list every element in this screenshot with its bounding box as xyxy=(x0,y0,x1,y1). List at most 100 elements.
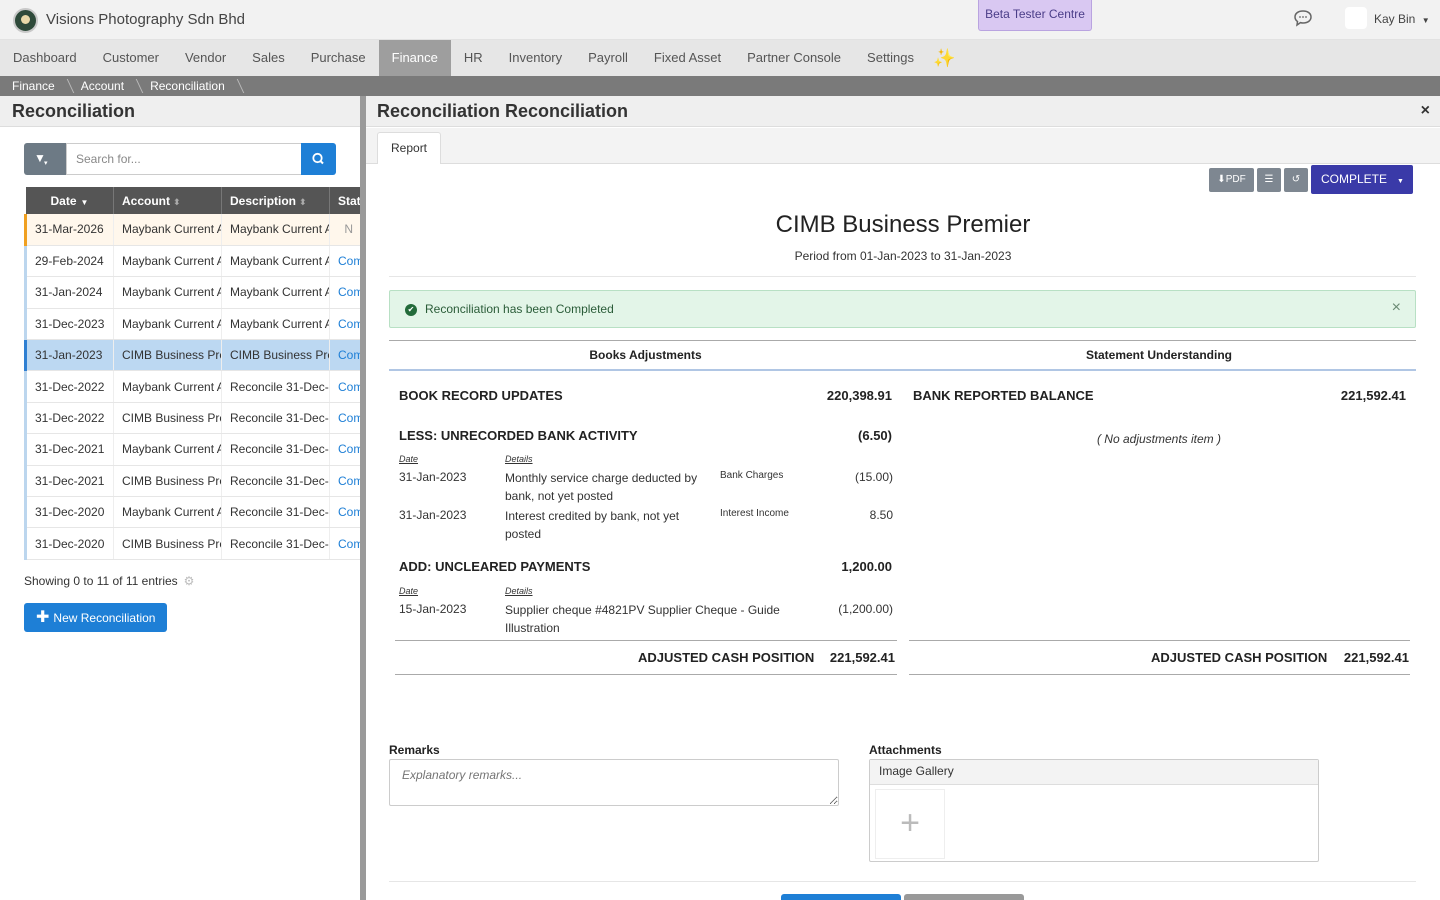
column-description[interactable]: Description ⬍ xyxy=(221,187,330,214)
book-record-value: 220,398.91 xyxy=(826,388,892,403)
row-status: Completed xyxy=(329,465,362,498)
table-row[interactable]: 31-Jan-2024 Maybank Current Account Mayb… xyxy=(24,276,362,309)
sparkle-icon[interactable]: ✨ xyxy=(927,40,961,76)
table-row[interactable]: 31-Mar-2026 Maybank Current Account Mayb… xyxy=(24,214,362,246)
filter-button[interactable]: ▼ ▾ xyxy=(24,143,66,175)
row-date: 31-Dec-2021 xyxy=(24,465,114,498)
row-description: Reconcile 31-Dec-2020 xyxy=(221,496,330,529)
row-account: Maybank Current Account xyxy=(113,245,222,278)
row-account: Maybank Current Account xyxy=(113,308,222,341)
breadcrumb-finance[interactable]: Finance xyxy=(0,76,69,96)
row-account: CIMB Business Premier xyxy=(113,465,222,498)
reconciliation-detail-panel: Reconciliation Reconciliation × Report ⬇… xyxy=(366,96,1440,900)
history-button[interactable]: ↺ xyxy=(1284,168,1308,192)
pagination-info: Showing 0 to 11 of 11 entries ⚙ xyxy=(24,574,195,588)
nav-payroll[interactable]: Payroll xyxy=(575,40,641,76)
table-row[interactable]: 31-Dec-2020 CIMB Business Premier Reconc… xyxy=(24,527,362,560)
add-image-plus-icon[interactable]: + xyxy=(875,789,945,859)
new-reconciliation-button[interactable]: ✚ New Reconciliation xyxy=(24,603,167,632)
row-description: Maybank Current Account xyxy=(221,245,330,278)
row-account: Maybank Current Account xyxy=(113,496,222,529)
table-row[interactable]: 31-Dec-2021 Maybank Current Account Reco… xyxy=(24,433,362,466)
tab-bar: Report xyxy=(366,128,1440,164)
nav-customer[interactable]: Customer xyxy=(90,40,172,76)
user-menu[interactable]: Kay Bin ▼ xyxy=(1374,12,1430,26)
gear-icon[interactable]: ⚙ xyxy=(184,574,195,588)
search-input[interactable] xyxy=(66,143,302,175)
column-date[interactable]: Date ▼ xyxy=(25,187,114,214)
row-status: Completed xyxy=(329,245,362,278)
uncleared-value: 1,200.00 xyxy=(841,559,892,574)
nav-purchase[interactable]: Purchase xyxy=(298,40,379,76)
alert-message: Reconciliation has been Completed xyxy=(425,302,614,316)
filter-icon: ▼ ▾ xyxy=(34,151,48,167)
table-row[interactable]: 31-Dec-2022 CIMB Business Premier Reconc… xyxy=(24,402,362,435)
table-row[interactable]: 31-Dec-2023 Maybank Current Account Mayb… xyxy=(24,308,362,341)
save-button[interactable] xyxy=(781,894,901,900)
check-circle-icon: ✔ xyxy=(405,304,417,316)
remarks-input[interactable] xyxy=(389,759,839,806)
item-amount: (15.00) xyxy=(854,470,893,484)
table-row[interactable]: 31-Dec-2021 CIMB Business Premier Reconc… xyxy=(24,465,362,498)
report-period: Period from 01-Jan-2023 to 31-Jan-2023 xyxy=(794,249,1012,263)
nav-settings[interactable]: Settings xyxy=(854,40,927,76)
row-account: CIMB Business Premier xyxy=(113,527,222,560)
books-adjustments-heading: Books Adjustments xyxy=(589,348,702,362)
nav-partner-console[interactable]: Partner Console xyxy=(734,40,854,76)
main-nav: Dashboard Customer Vendor Sales Purchase… xyxy=(0,40,1440,76)
complete-button[interactable]: COMPLETE ▼ xyxy=(1311,165,1413,194)
list-button[interactable]: ☰ xyxy=(1257,168,1281,192)
row-description: CIMB Business Premier xyxy=(221,339,330,372)
nav-vendor[interactable]: Vendor xyxy=(172,40,239,76)
nav-fixed-asset[interactable]: Fixed Asset xyxy=(641,40,734,76)
book-record-label: BOOK RECORD UPDATES xyxy=(399,388,563,403)
row-account: CIMB Business Premier xyxy=(113,402,222,435)
divider xyxy=(389,340,1416,341)
chevron-down-icon: ▼ xyxy=(1421,16,1430,25)
divider xyxy=(395,674,897,675)
close-icon[interactable]: × xyxy=(1392,299,1401,317)
pdf-button[interactable]: ⬇PDF xyxy=(1209,168,1254,192)
row-status: Completed xyxy=(329,433,362,466)
divider xyxy=(389,369,1416,371)
sort-desc-icon: ▼ xyxy=(80,197,89,207)
nav-finance[interactable]: Finance xyxy=(378,40,451,76)
bank-reported-label: BANK REPORTED BALANCE xyxy=(913,388,1094,403)
column-status[interactable]: Stat xyxy=(329,187,362,214)
uncleared-label: ADD: UNCLEARED PAYMENTS xyxy=(399,559,591,574)
table-row[interactable]: 29-Feb-2024 Maybank Current Account Mayb… xyxy=(24,245,362,278)
nav-sales[interactable]: Sales xyxy=(239,40,298,76)
nav-dashboard[interactable]: Dashboard xyxy=(0,40,90,76)
row-description: Maybank Current Account xyxy=(221,308,330,341)
tab-report[interactable]: Report xyxy=(377,132,442,164)
divider xyxy=(389,276,1416,277)
company-logo[interactable] xyxy=(13,8,38,33)
search-icon xyxy=(312,152,324,165)
row-date: 31-Dec-2022 xyxy=(24,370,114,403)
beta-tester-button[interactable]: Beta Tester Centre xyxy=(978,0,1092,31)
row-date: 31-Jan-2023 xyxy=(24,339,114,372)
company-name[interactable]: Visions Photography Sdn Bhd xyxy=(46,11,245,28)
table-row[interactable]: 31-Dec-2020 Maybank Current Account Reco… xyxy=(24,496,362,529)
nav-hr[interactable]: HR xyxy=(451,40,496,76)
search-button[interactable] xyxy=(301,143,336,175)
chat-icon[interactable] xyxy=(1293,9,1313,27)
attachments-label: Attachments xyxy=(869,743,942,757)
cancel-button[interactable] xyxy=(904,894,1024,900)
table-row-selected[interactable]: 31-Jan-2023 CIMB Business Premier CIMB B… xyxy=(24,339,362,372)
details-column-label: Details xyxy=(505,586,533,596)
nav-inventory[interactable]: Inventory xyxy=(496,40,575,76)
row-account: Maybank Current Account xyxy=(113,276,222,309)
user-avatar[interactable] xyxy=(1345,7,1367,29)
row-date: 31-Mar-2026 xyxy=(24,214,114,246)
reconciliation-table: Date ▼ Account ⬍ Description ⬍ Stat 31-Mar-… xyxy=(24,187,362,560)
breadcrumb-account[interactable]: Account xyxy=(69,76,138,96)
row-status: Completed xyxy=(329,527,362,560)
close-icon[interactable]: × xyxy=(1421,102,1430,120)
column-account[interactable]: Account ⬍ xyxy=(113,187,222,214)
table-row[interactable]: 31-Dec-2022 Maybank Current Account Reco… xyxy=(24,370,362,403)
breadcrumb-reconciliation[interactable]: Reconciliation xyxy=(138,76,239,96)
row-description: Reconcile 31-Dec-2021 xyxy=(221,465,330,498)
row-account: Maybank Current Account xyxy=(113,433,222,466)
unrecorded-label: LESS: UNRECORDED BANK ACTIVITY xyxy=(399,428,638,443)
